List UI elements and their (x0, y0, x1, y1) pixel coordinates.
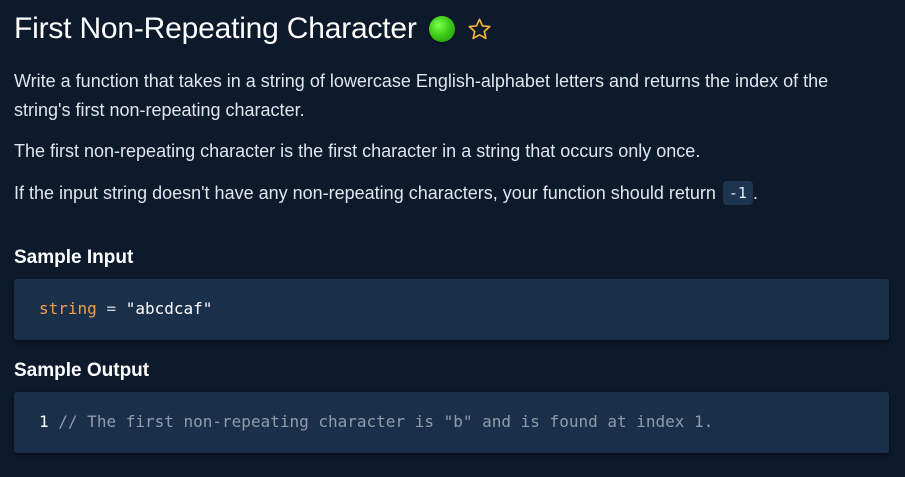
sample-input-heading: Sample Input (14, 247, 134, 268)
description-paragraph-3-end: . (752, 183, 758, 203)
input-variable-name: string (39, 299, 97, 318)
description-paragraph-1: Write a function that takes in a string … (14, 71, 829, 120)
sample-output-code-block: 1 // The first non-repeating character i… (14, 392, 889, 453)
output-comment: // The first non-repeating character is … (58, 412, 714, 431)
description-paragraph-2: The first non-repeating character is the… (14, 141, 701, 161)
star-outline-icon (468, 17, 491, 39)
assignment-operator: = (106, 299, 117, 318)
input-string-value: "abcdcaf" (125, 299, 213, 318)
sample-output-code-line: 1 // The first non-repeating character i… (39, 411, 713, 433)
page-title: First Non-Repeating Character (14, 12, 417, 45)
sample-input-code-line: string = "abcdcaf" (39, 298, 212, 320)
problem-page: First Non-Repeating Character Write a fu… (14, 0, 890, 477)
sample-output-heading: Sample Output (14, 360, 150, 381)
description-paragraph-3: If the input string doesn't have any non… (14, 179, 884, 208)
output-value: 1 (39, 412, 49, 431)
completed-status-icon (428, 16, 455, 42)
inline-code-return-value: -1 (722, 181, 753, 205)
title-row: First Non-Repeating Character (14, 9, 493, 49)
sample-input-code-block: string = "abcdcaf" (14, 279, 889, 340)
description-paragraph-3-text: If the input string doesn't have any non… (14, 183, 721, 203)
star-icon[interactable] (467, 16, 493, 42)
